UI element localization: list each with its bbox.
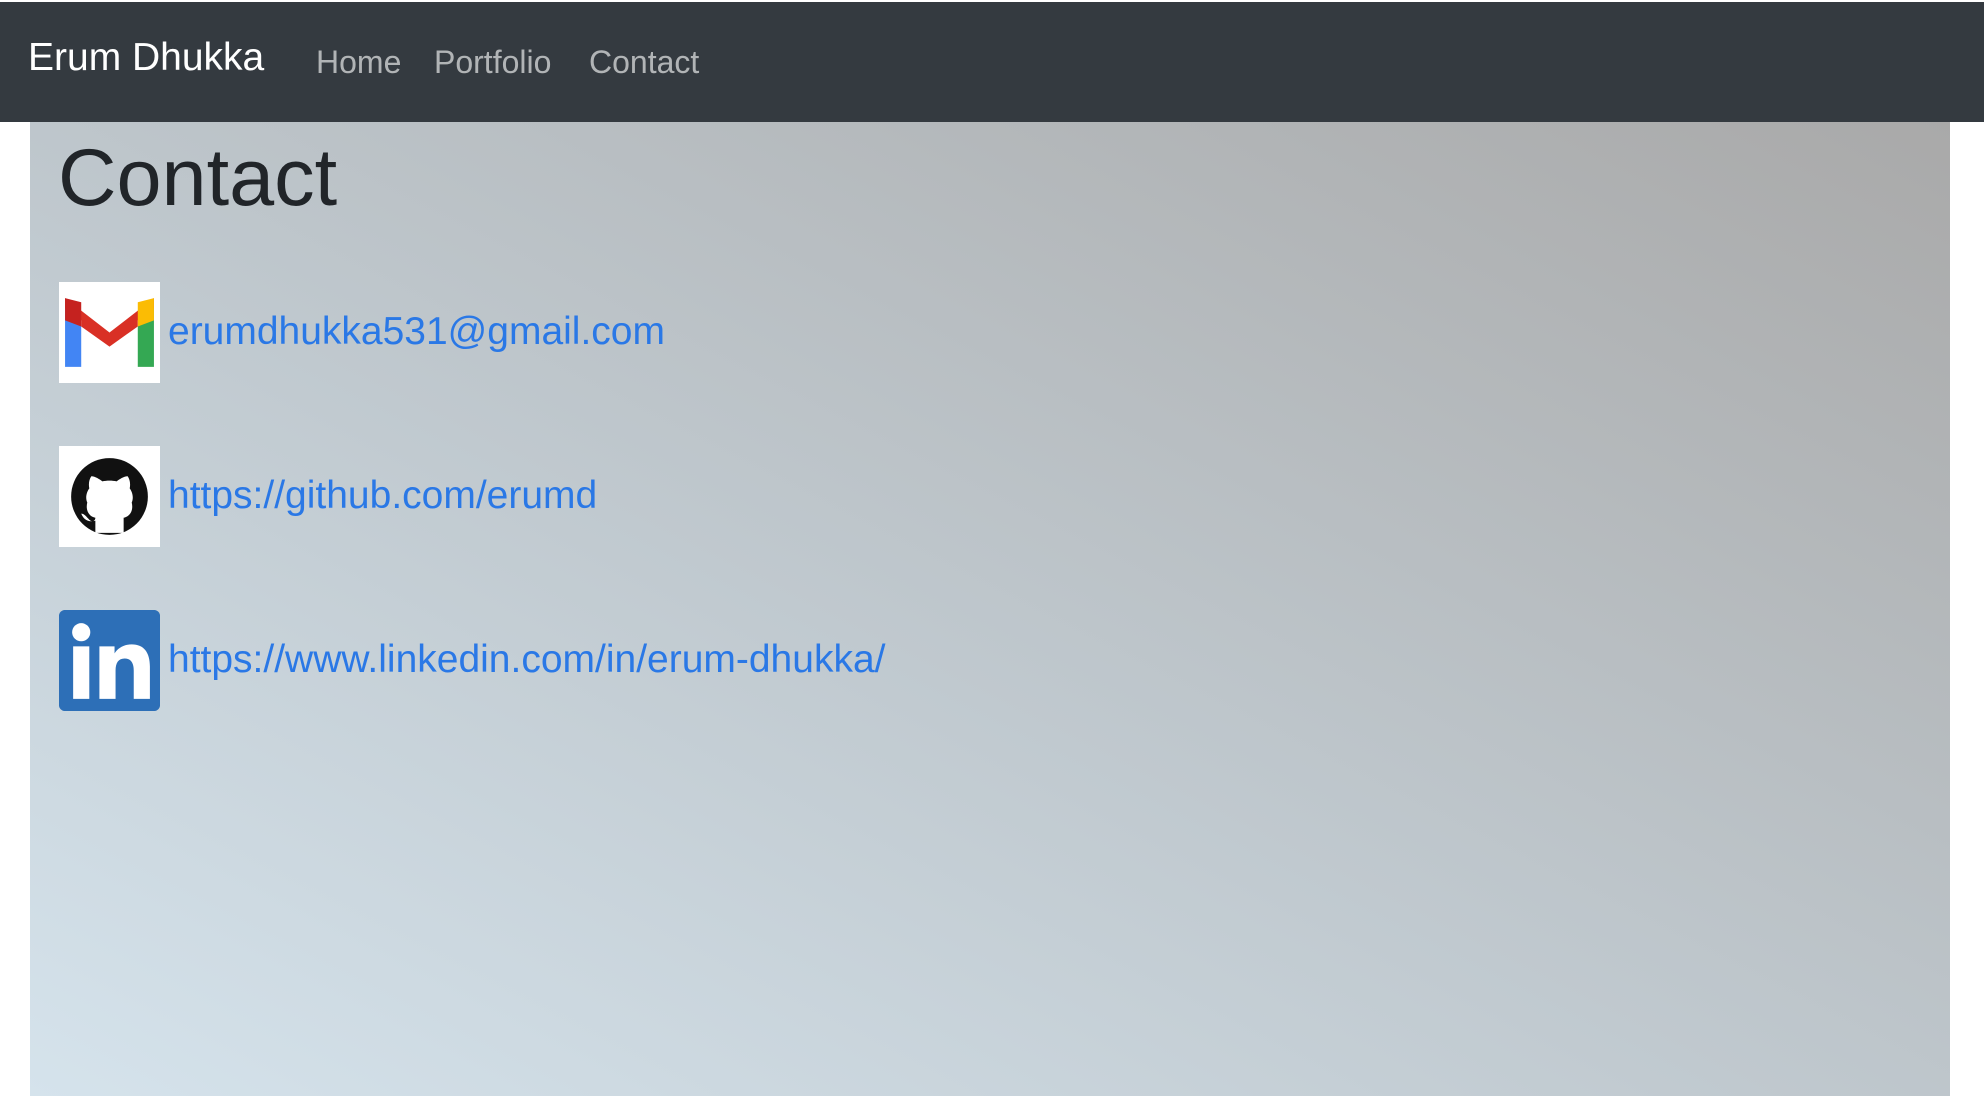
- page-title: Contact: [58, 133, 338, 223]
- linkedin-icon: [59, 610, 160, 711]
- top-navbar: Erum Dhukka Home Portfolio Contact: [0, 0, 1984, 122]
- github-link[interactable]: https://github.com/erumd: [168, 470, 597, 522]
- linkedin-link[interactable]: https://www.linkedin.com/in/erum-dhukka/: [168, 634, 885, 686]
- brand-link[interactable]: Erum Dhukka: [28, 32, 264, 84]
- github-icon: [59, 446, 160, 547]
- nav-link-home[interactable]: Home: [316, 40, 401, 84]
- nav-link-portfolio[interactable]: Portfolio: [434, 40, 551, 84]
- email-link[interactable]: erumdhukka531@gmail.com: [168, 306, 665, 358]
- gmail-icon: [59, 282, 160, 383]
- contact-page-container: Contact erumdhukka531@gmail.com https://…: [30, 122, 1950, 1096]
- nav-link-contact[interactable]: Contact: [589, 40, 699, 84]
